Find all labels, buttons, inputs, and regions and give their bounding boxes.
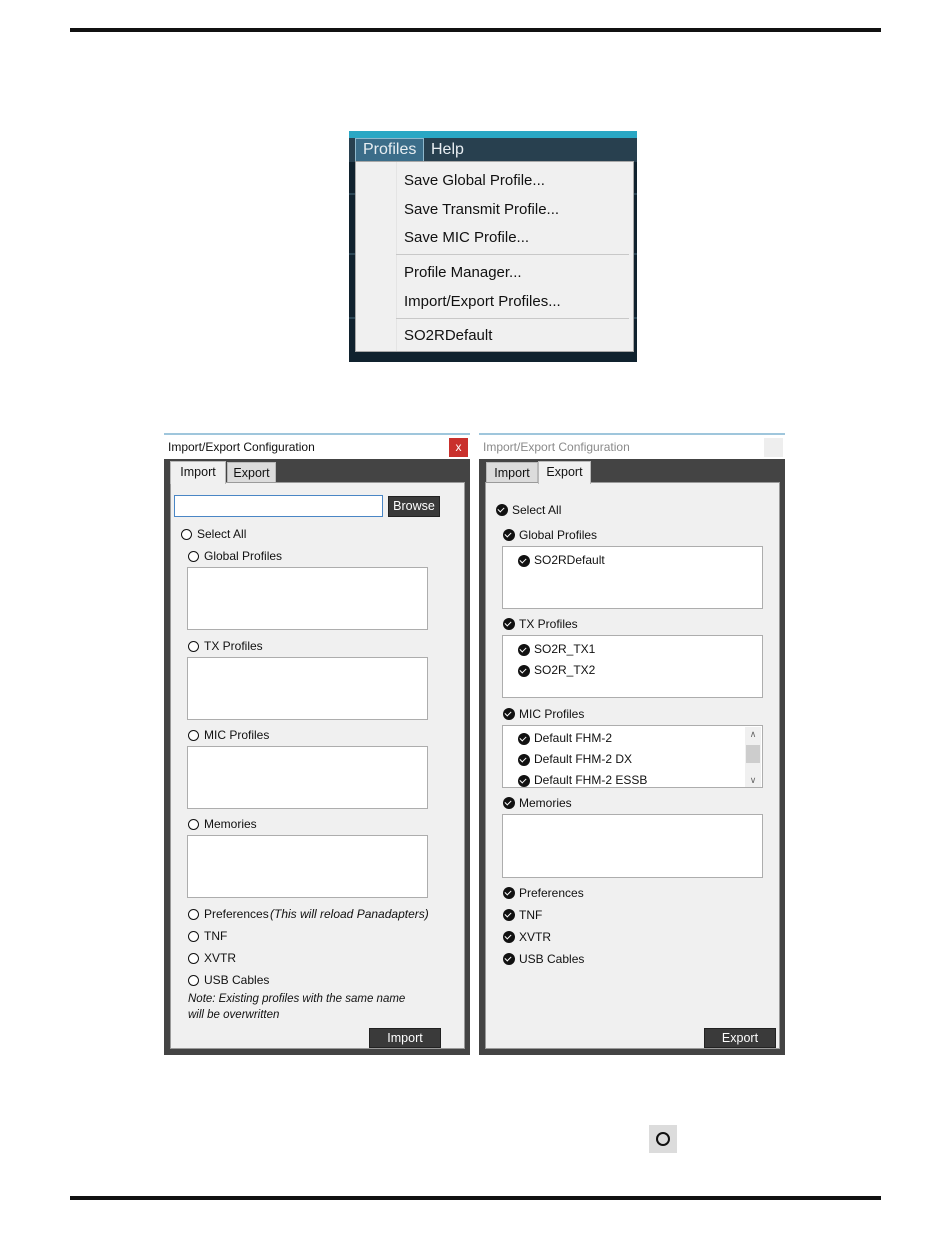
menu-separator <box>396 318 629 319</box>
mic-profiles-list[interactable] <box>187 746 428 809</box>
menu-item-save-transmit-profile[interactable]: Save Transmit Profile... <box>404 201 559 218</box>
radio-circle-icon[interactable] <box>188 819 199 830</box>
preferences-label: Preferences <box>204 907 269 921</box>
tnf-label: TNF <box>204 929 228 943</box>
radio-circle-icon[interactable] <box>188 730 199 741</box>
list-item: Default FHM-2 <box>534 731 613 745</box>
memories-label: Memories <box>204 817 257 831</box>
global-profiles-list[interactable] <box>187 567 428 630</box>
mic-profiles-label: MIC Profiles <box>204 728 270 742</box>
close-icon[interactable]: x <box>449 438 468 457</box>
import-path-input[interactable] <box>174 495 383 517</box>
bottom-rule <box>70 1196 881 1200</box>
overwrite-note-line1: Note: Existing profiles with the same na… <box>188 993 406 1005</box>
check-circle-icon[interactable] <box>503 708 515 720</box>
check-circle-icon[interactable] <box>503 953 515 965</box>
top-rule <box>70 28 881 32</box>
mic-profiles-label: MIC Profiles <box>519 707 585 721</box>
list-item: Default FHM-2 ESSB <box>534 773 648 787</box>
tab-import[interactable]: Import <box>486 462 538 483</box>
usb-cables-label: USB Cables <box>519 952 585 966</box>
check-circle-icon[interactable] <box>503 797 515 809</box>
scroll-up-icon[interactable]: ∧ <box>745 727 761 741</box>
profiles-dropdown: Save Global Profile... Save Transmit Pro… <box>355 161 634 352</box>
browse-button[interactable]: Browse <box>388 496 440 517</box>
import-panel: Browse Select All Global Profiles TX Pro… <box>170 482 465 1049</box>
check-circle-icon[interactable] <box>503 931 515 943</box>
radio-circle-icon[interactable] <box>188 551 199 562</box>
export-panel: Select All Global Profiles SO2RDefault T… <box>485 482 780 1049</box>
memories-list[interactable] <box>187 835 428 898</box>
xvtr-label: XVTR <box>204 951 237 965</box>
tab-export[interactable]: Export <box>227 462 276 483</box>
tnf-label: TNF <box>519 908 543 922</box>
mic-profiles-scrollbar[interactable]: ∧ ∨ <box>745 727 761 787</box>
radio-circle-icon[interactable] <box>188 953 199 964</box>
xvtr-label: XVTR <box>519 930 552 944</box>
menu-help[interactable]: Help <box>424 139 471 161</box>
menu-item-so2rdefault[interactable]: SO2RDefault <box>404 327 492 344</box>
list-item: SO2R_TX2 <box>534 663 596 677</box>
mic-profiles-list[interactable]: Default FHM-2 Default FHM-2 DX Default F… <box>502 725 763 788</box>
menu-separator <box>396 254 629 255</box>
radio-circle-icon[interactable] <box>188 975 199 986</box>
list-item: SO2RDefault <box>534 553 605 567</box>
check-circle-icon[interactable] <box>518 644 530 656</box>
menu-profiles[interactable]: Profiles <box>355 138 425 162</box>
title-accent-line <box>349 131 637 138</box>
check-circle-icon[interactable] <box>503 529 515 541</box>
dialog-title-bar: Import/Export Configuration x <box>164 433 470 459</box>
global-profiles-label: Global Profiles <box>519 528 598 542</box>
check-circle-icon[interactable] <box>518 754 530 766</box>
tab-export[interactable]: Export <box>538 461 591 484</box>
import-button[interactable]: Import <box>369 1028 441 1048</box>
check-circle-icon[interactable] <box>518 665 530 677</box>
tx-profiles-list[interactable] <box>187 657 428 720</box>
tab-import[interactable]: Import <box>170 461 226 484</box>
radio-circle-icon[interactable] <box>188 641 199 652</box>
radio-circle-icon <box>656 1132 670 1146</box>
export-dialog: Import/Export Configuration Import Expor… <box>479 433 785 1055</box>
menu-item-profile-manager[interactable]: Profile Manager... <box>404 264 522 281</box>
tx-profiles-label: TX Profiles <box>519 617 578 631</box>
export-button[interactable]: Export <box>704 1028 776 1048</box>
scroll-thumb[interactable] <box>746 745 760 763</box>
radio-circle-icon[interactable] <box>188 931 199 942</box>
check-circle-icon[interactable] <box>518 733 530 745</box>
close-icon[interactable] <box>764 438 783 457</box>
scroll-down-icon[interactable]: ∨ <box>745 773 761 787</box>
preferences-label: Preferences <box>519 886 584 900</box>
list-item: Default FHM-2 DX <box>534 752 633 766</box>
check-circle-icon[interactable] <box>496 504 508 516</box>
memories-list[interactable] <box>502 814 763 878</box>
tx-profiles-label: TX Profiles <box>204 639 263 653</box>
select-all-label: Select All <box>512 503 562 517</box>
radio-circle-icon[interactable] <box>188 909 199 920</box>
check-circle-icon[interactable] <box>503 887 515 899</box>
check-circle-icon[interactable] <box>503 618 515 630</box>
overwrite-note-line2: will be overwritten <box>188 1009 280 1021</box>
dialog-title: Import/Export Configuration <box>483 440 630 454</box>
tx-profiles-list[interactable]: SO2R_TX1 SO2R_TX2 <box>502 635 763 698</box>
check-circle-icon[interactable] <box>518 775 530 787</box>
preferences-note: (This will reload Panadapters) <box>270 907 429 921</box>
menu-item-save-mic-profile[interactable]: Save MIC Profile... <box>404 229 529 246</box>
check-circle-icon[interactable] <box>503 909 515 921</box>
import-dialog: Import/Export Configuration x Import Exp… <box>164 433 470 1055</box>
radio-circle-icon[interactable] <box>181 529 192 540</box>
select-all-label: Select All <box>197 527 247 541</box>
dialog-title-bar: Import/Export Configuration <box>479 433 785 459</box>
menu-item-import-export-profiles[interactable]: Import/Export Profiles... <box>404 293 561 310</box>
check-circle-icon[interactable] <box>518 555 530 567</box>
radio-circle-icon-sample <box>649 1125 677 1153</box>
list-item: SO2R_TX1 <box>534 642 596 656</box>
global-profiles-label: Global Profiles <box>204 549 283 563</box>
menu-icon-gutter <box>356 162 397 351</box>
menu-item-save-global-profile[interactable]: Save Global Profile... <box>404 172 545 189</box>
global-profiles-list[interactable]: SO2RDefault <box>502 546 763 609</box>
memories-label: Memories <box>519 796 572 810</box>
usb-cables-label: USB Cables <box>204 973 270 987</box>
dialog-title: Import/Export Configuration <box>168 440 315 454</box>
